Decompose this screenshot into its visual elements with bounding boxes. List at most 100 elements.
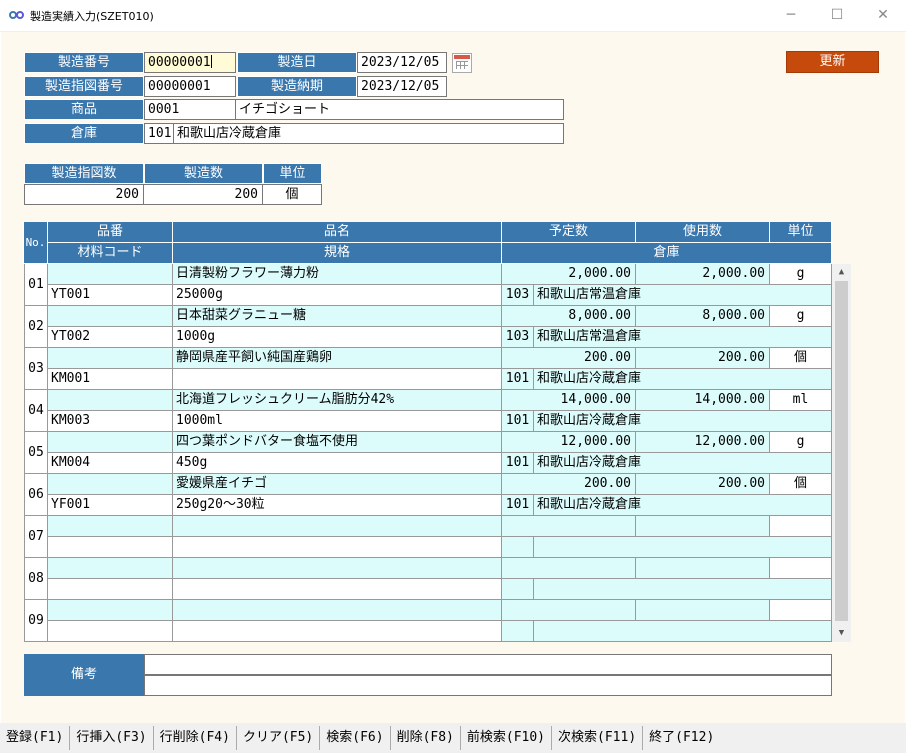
row-used-qty[interactable] [636, 516, 770, 537]
row-planned-qty [502, 558, 636, 579]
row-item-name[interactable] [173, 558, 502, 579]
header-spec: 規格 [173, 243, 502, 264]
instruction-no-input[interactable]: 00000001 [144, 76, 236, 97]
row-material-code[interactable]: KM003 [48, 411, 173, 432]
row-item-name[interactable] [173, 600, 502, 621]
row-number: 02 [24, 306, 48, 348]
row-material-code[interactable]: YT002 [48, 327, 173, 348]
production-qty-label: 製造数 [144, 163, 263, 184]
row-item-name[interactable]: 四つ葉ポンドバター食塩不使用 [173, 432, 502, 453]
row-material-code[interactable]: KM001 [48, 369, 173, 390]
row-code-blank [48, 306, 173, 327]
row-warehouse-code[interactable]: 103 [502, 327, 534, 348]
row-code-blank [48, 432, 173, 453]
row-unit: 個 [770, 474, 832, 495]
row-number: 01 [24, 264, 48, 306]
function-key-7[interactable]: 前検索(F10) [461, 726, 553, 750]
row-item-name[interactable]: 愛媛県産イチゴ [173, 474, 502, 495]
row-item-name[interactable]: 北海道フレッシュクリーム脂肪分42% [173, 390, 502, 411]
delivery-date-input[interactable]: 2023/12/05 [357, 76, 447, 97]
row-warehouse-name [534, 537, 832, 558]
row-planned-qty: 12,000.00 [502, 432, 636, 453]
minimize-button[interactable]: ─ [768, 0, 814, 30]
row-material-code[interactable]: YT001 [48, 285, 173, 306]
title-bar: 製造実績入力(SZET010) ─ ☐ ✕ [0, 0, 906, 32]
remarks-label: 備考 [24, 654, 144, 696]
row-used-qty[interactable] [636, 558, 770, 579]
row-item-name[interactable]: 日清製粉フラワー薄力粉 [173, 264, 502, 285]
header-planned: 予定数 [502, 222, 636, 243]
row-material-code[interactable] [48, 621, 173, 642]
row-spec: 1000g [173, 327, 502, 348]
row-number: 05 [24, 432, 48, 474]
production-qty-input[interactable]: 200 [143, 184, 263, 205]
production-date-input[interactable]: 2023/12/05 [357, 52, 447, 73]
close-button[interactable]: ✕ [860, 0, 906, 30]
row-warehouse-code[interactable]: 101 [502, 369, 534, 390]
product-code-input[interactable]: 0001 [144, 99, 236, 120]
unit-label: 単位 [263, 163, 322, 184]
remarks-line-1[interactable] [144, 654, 832, 675]
function-key-5[interactable]: 検索(F6) [320, 726, 391, 750]
row-spec: 25000g [173, 285, 502, 306]
row-material-code[interactable] [48, 537, 173, 558]
production-date-label: 製造日 [237, 52, 357, 73]
function-key-8[interactable]: 次検索(F11) [552, 726, 644, 750]
remarks-line-2[interactable] [144, 675, 832, 696]
row-code-blank [48, 264, 173, 285]
row-spec [173, 579, 502, 600]
row-item-name[interactable] [173, 516, 502, 537]
row-warehouse-code[interactable]: 103 [502, 285, 534, 306]
row-unit: 個 [770, 348, 832, 369]
function-key-9[interactable]: 終了(F12) [643, 726, 720, 750]
row-warehouse-name: 和歌山店冷蔵倉庫 [534, 411, 832, 432]
row-code-blank [48, 474, 173, 495]
row-warehouse-code[interactable]: 101 [502, 411, 534, 432]
update-button[interactable]: 更新 [786, 51, 879, 73]
product-label: 商品 [24, 99, 144, 120]
function-key-6[interactable]: 削除(F8) [391, 726, 461, 750]
row-unit [770, 558, 832, 579]
scroll-up-icon[interactable]: ▲ [832, 264, 851, 280]
function-key-bar: 登録(F1) 行挿入(F3) 行削除(F4) クリア(F5) 検索(F6) 削除(F8) 前… [0, 723, 906, 753]
row-used-qty[interactable] [636, 600, 770, 621]
row-used-qty[interactable]: 14,000.00 [636, 390, 770, 411]
row-warehouse-name: 和歌山店常温倉庫 [534, 327, 832, 348]
row-item-name[interactable]: 静岡県産平飼い純国産鶏卵 [173, 348, 502, 369]
grid-left-border [23, 222, 24, 264]
row-used-qty[interactable]: 200.00 [636, 348, 770, 369]
row-planned-qty: 8,000.00 [502, 306, 636, 327]
row-used-qty[interactable]: 8,000.00 [636, 306, 770, 327]
header-unit: 単位 [770, 222, 832, 243]
row-unit [770, 516, 832, 537]
row-number: 09 [24, 600, 48, 642]
function-key-1[interactable]: 登録(F1) [0, 726, 71, 750]
row-number: 03 [24, 348, 48, 390]
row-used-qty[interactable]: 200.00 [636, 474, 770, 495]
row-warehouse-code[interactable] [502, 621, 534, 642]
row-warehouse-code[interactable]: 101 [502, 495, 534, 516]
row-planned-qty: 14,000.00 [502, 390, 636, 411]
row-warehouse-name [534, 579, 832, 600]
maximize-button[interactable]: ☐ [814, 0, 860, 30]
row-material-code[interactable]: KM004 [48, 453, 173, 474]
row-warehouse-code[interactable]: 101 [502, 453, 534, 474]
row-item-name[interactable]: 日本甜菜グラニュー糖 [173, 306, 502, 327]
row-warehouse-code[interactable] [502, 579, 534, 600]
calendar-icon[interactable] [452, 53, 472, 73]
function-key-2[interactable]: 行挿入(F3) [70, 726, 154, 750]
row-number: 06 [24, 474, 48, 516]
warehouse-code-input[interactable]: 101 [144, 123, 174, 144]
row-planned-qty: 200.00 [502, 348, 636, 369]
function-key-4[interactable]: クリア(F5) [237, 726, 321, 750]
function-key-3[interactable]: 行削除(F4) [154, 726, 237, 750]
row-material-code[interactable]: YF001 [48, 495, 173, 516]
grid-scroll-thumb[interactable] [835, 281, 848, 621]
row-warehouse-code[interactable] [502, 537, 534, 558]
scroll-down-icon[interactable]: ▼ [832, 625, 851, 641]
production-no-input[interactable]: 00000001 [144, 52, 236, 73]
header-item-code: 品番 [48, 222, 173, 243]
row-used-qty[interactable]: 12,000.00 [636, 432, 770, 453]
row-used-qty[interactable]: 2,000.00 [636, 264, 770, 285]
row-material-code[interactable] [48, 579, 173, 600]
